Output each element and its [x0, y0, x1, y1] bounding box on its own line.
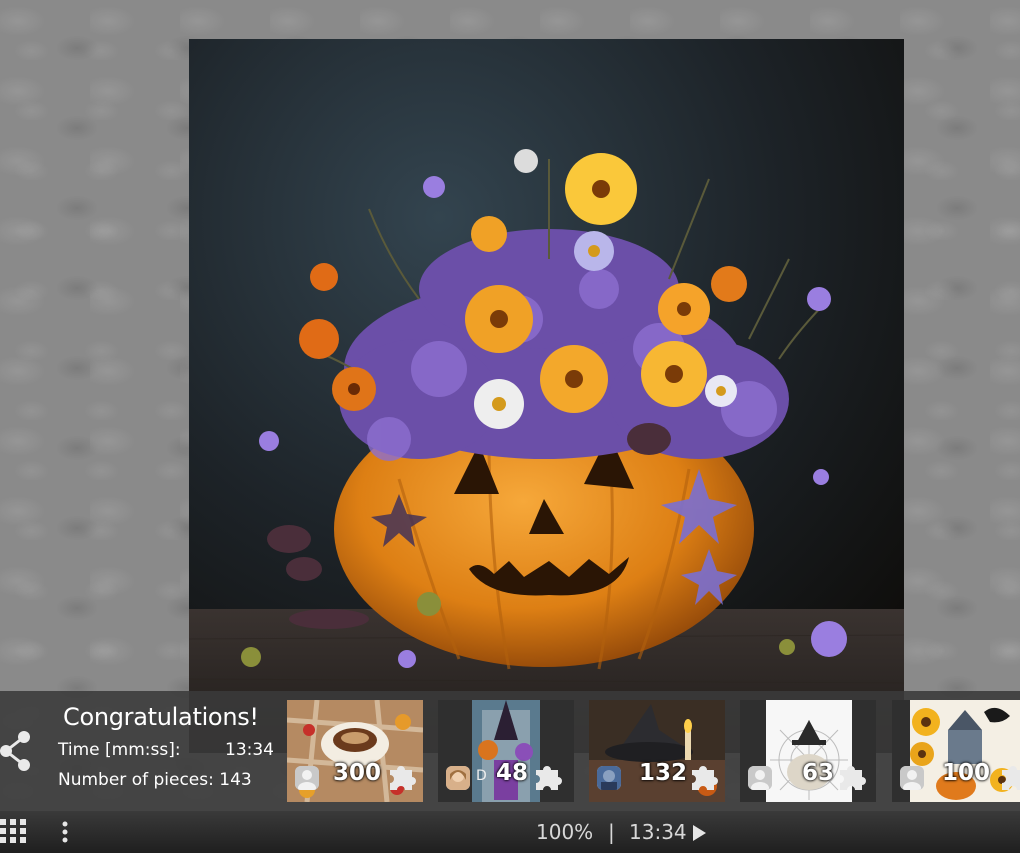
author-avatar	[900, 766, 924, 790]
suggested-puzzle-5[interactable]: 100	[892, 700, 1020, 802]
congratulations-title: Congratulations!	[63, 703, 259, 731]
time-label: Time [mm:ss]:	[58, 740, 181, 760]
toolbar-separator: |	[608, 820, 615, 844]
author-initial: D	[476, 768, 487, 784]
puzzle-piece-icon	[840, 766, 866, 790]
author-avatar	[295, 766, 319, 790]
suggested-puzzle-2[interactable]: D 48	[438, 700, 574, 802]
share-icon[interactable]	[0, 729, 34, 773]
time-stat: Time [mm:ss]: 13:34	[58, 740, 274, 760]
completed-puzzle-image[interactable]	[189, 39, 904, 753]
pumpkin-flowers-picture	[189, 39, 904, 753]
timer: 13:34	[629, 820, 687, 844]
suggested-puzzle-3[interactable]: 132	[589, 700, 725, 802]
suggested-puzzle-4[interactable]: 63	[740, 700, 876, 802]
puzzle-piece-icon	[1002, 766, 1020, 790]
piece-count: 48	[496, 760, 529, 786]
piece-count: 63	[802, 760, 835, 786]
pieces-label: Number of pieces:	[58, 770, 214, 790]
piece-count: 100	[942, 760, 991, 786]
bottom-toolbar	[0, 811, 1020, 853]
pieces-value: 143	[219, 770, 252, 790]
author-avatar	[597, 766, 621, 790]
suggested-puzzle-1[interactable]: 300	[287, 700, 423, 802]
zoom-level[interactable]: 100%	[536, 820, 593, 844]
time-value: 13:34	[225, 740, 274, 760]
piece-count: 300	[333, 760, 382, 786]
piece-count: 132	[639, 760, 688, 786]
author-avatar	[446, 766, 470, 790]
author-avatar	[748, 766, 772, 790]
puzzle-piece-icon	[390, 766, 416, 790]
puzzle-stage: Congratulations! Time [mm:ss]: 13:34 Num…	[0, 0, 1020, 853]
puzzle-piece-icon	[536, 766, 562, 790]
grid-icon[interactable]	[0, 818, 28, 844]
more-vertical-icon[interactable]	[60, 820, 70, 844]
play-icon[interactable]	[691, 824, 707, 842]
puzzle-piece-icon	[692, 766, 718, 790]
pieces-stat: Number of pieces: 143	[58, 770, 274, 790]
